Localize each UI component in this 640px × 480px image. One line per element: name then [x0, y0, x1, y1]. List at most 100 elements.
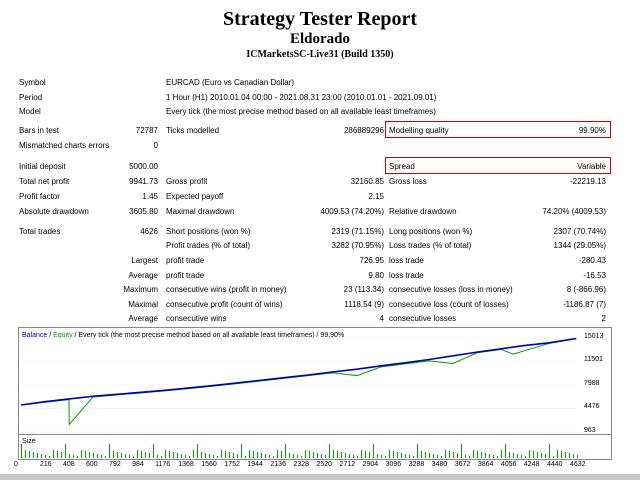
x-tick-label: 1368	[178, 461, 194, 468]
volume-bar	[533, 451, 534, 458]
gross-profit-value: 32160.85	[350, 177, 384, 186]
volume-bar	[73, 455, 74, 458]
volume-bar	[309, 451, 310, 458]
volume-bar	[345, 453, 346, 458]
symbol-label: Symbol	[19, 78, 46, 87]
volume-bar	[525, 456, 526, 458]
volume-bar	[177, 453, 178, 458]
volume-bar	[473, 450, 474, 458]
volume-bar	[97, 454, 98, 458]
gross-profit-label: Gross profit	[166, 177, 208, 186]
volume-bar	[261, 453, 262, 458]
volume-bar	[449, 451, 450, 458]
max-consecutive-loss-label: consecutive loss (count of losses)	[389, 300, 509, 309]
max-consecutive-losses-value: 8 (-866.96)	[566, 285, 606, 294]
volume-bar	[573, 454, 574, 458]
x-tick-label: 408	[62, 461, 75, 468]
gross-loss-label: Gross loss	[389, 177, 427, 186]
volume-bar	[497, 456, 498, 458]
profit-factor-label: Profit factor	[19, 192, 60, 201]
max-consecutive-profit-value: 1118.54 (9)	[344, 300, 384, 309]
volume-bar	[305, 450, 306, 458]
volume-bar	[293, 454, 294, 458]
volume-bar	[221, 450, 222, 458]
max-consecutive-wins-value: 23 (113.34)	[343, 285, 384, 294]
volume-bar	[165, 450, 166, 458]
volume-bar	[257, 452, 258, 458]
volume-bar	[201, 452, 202, 458]
volume-bar	[505, 444, 506, 458]
volume-bar	[173, 452, 174, 458]
x-tick-label: 2904	[362, 461, 379, 468]
volume-bar	[425, 452, 426, 458]
volume-bar	[185, 455, 186, 458]
max-consecutive-loss-value: -1186.87 (7)	[563, 300, 606, 309]
volume-bar	[161, 456, 162, 458]
bars-label: Bars in test	[19, 126, 60, 135]
volume-bar	[381, 455, 382, 458]
largest-profit-value: 726.95	[359, 256, 384, 265]
volume-bar	[61, 452, 62, 458]
volume-bar	[117, 452, 118, 458]
volume-bar	[37, 453, 38, 458]
volume-bar	[361, 450, 362, 458]
net-profit-value: 9941.73	[129, 177, 158, 186]
x-tick-label: 3480	[431, 461, 448, 468]
avg-consecutive-losses-label: consecutive losses	[389, 314, 457, 323]
volume-bar	[113, 451, 114, 458]
volume-bar	[441, 456, 442, 458]
x-tick-label: 1944	[247, 461, 263, 468]
volume-bar	[501, 450, 502, 458]
volume-bar	[125, 454, 126, 458]
volume-bar	[437, 455, 438, 458]
report-title: Strategy Tester Report	[222, 8, 418, 30]
volume-bar	[145, 452, 146, 458]
max-consecutive-losses-label: consecutive losses (loss in money)	[389, 285, 513, 294]
volume-bar	[189, 456, 190, 458]
volume-bar	[385, 456, 386, 458]
volume-bar	[41, 454, 42, 458]
volume-bar	[225, 451, 226, 458]
average-profit-value: 9.80	[368, 271, 384, 280]
volume-plot	[21, 444, 578, 458]
profit-trades-value: 3282 (70.95%)	[331, 241, 384, 250]
volume-bar	[265, 454, 266, 458]
expected-payoff-label: Expected payoff	[166, 192, 224, 201]
x-tick-label: 792	[109, 461, 121, 468]
volume-bar	[249, 450, 250, 458]
volume-bar	[285, 444, 286, 458]
maximal-drawdown-label: Maximal drawdown	[166, 207, 235, 216]
volume-bar	[193, 450, 194, 458]
volume-bar	[65, 444, 66, 458]
spread-label: Spread	[389, 162, 415, 171]
volume-bar	[245, 456, 246, 458]
volume-bar	[545, 454, 546, 458]
modelling-quality-value: 99.90%	[578, 126, 606, 135]
x-tick-label: 984	[132, 461, 144, 468]
short-positions-label: Short positions (won %)	[166, 227, 251, 236]
volume-bar	[253, 451, 254, 458]
loss-trades-value: 1344 (29.05%)	[553, 241, 606, 250]
volume-bar	[169, 451, 170, 458]
volume-bar	[553, 456, 554, 458]
average-label: Average	[128, 271, 158, 280]
volume-bar	[341, 452, 342, 458]
mismatch-label: Mismatched charts errors	[19, 141, 110, 150]
maximal-drawdown-value: 4009.53 (74.20%)	[320, 207, 384, 216]
volume-bar	[557, 450, 558, 458]
avg-consecutive-losses-value: 2	[601, 314, 606, 323]
x-tick-label: 4632	[570, 461, 586, 468]
volume-bar	[541, 453, 542, 458]
spread-value: Variable	[577, 162, 606, 171]
net-profit-label: Total net profit	[19, 177, 70, 186]
volume-bar	[409, 455, 410, 458]
x-tick-label: 3096	[385, 461, 402, 468]
volume-bar	[373, 444, 374, 458]
maximum-label: Maximum	[123, 285, 158, 294]
volume-bar	[377, 454, 378, 458]
modelling-quality-label: Modelling quality	[389, 126, 449, 135]
volume-bar	[477, 451, 478, 458]
x-tick-label: 1752	[224, 461, 240, 468]
volume-bar	[485, 453, 486, 458]
x-tick-label: 2712	[339, 461, 356, 468]
